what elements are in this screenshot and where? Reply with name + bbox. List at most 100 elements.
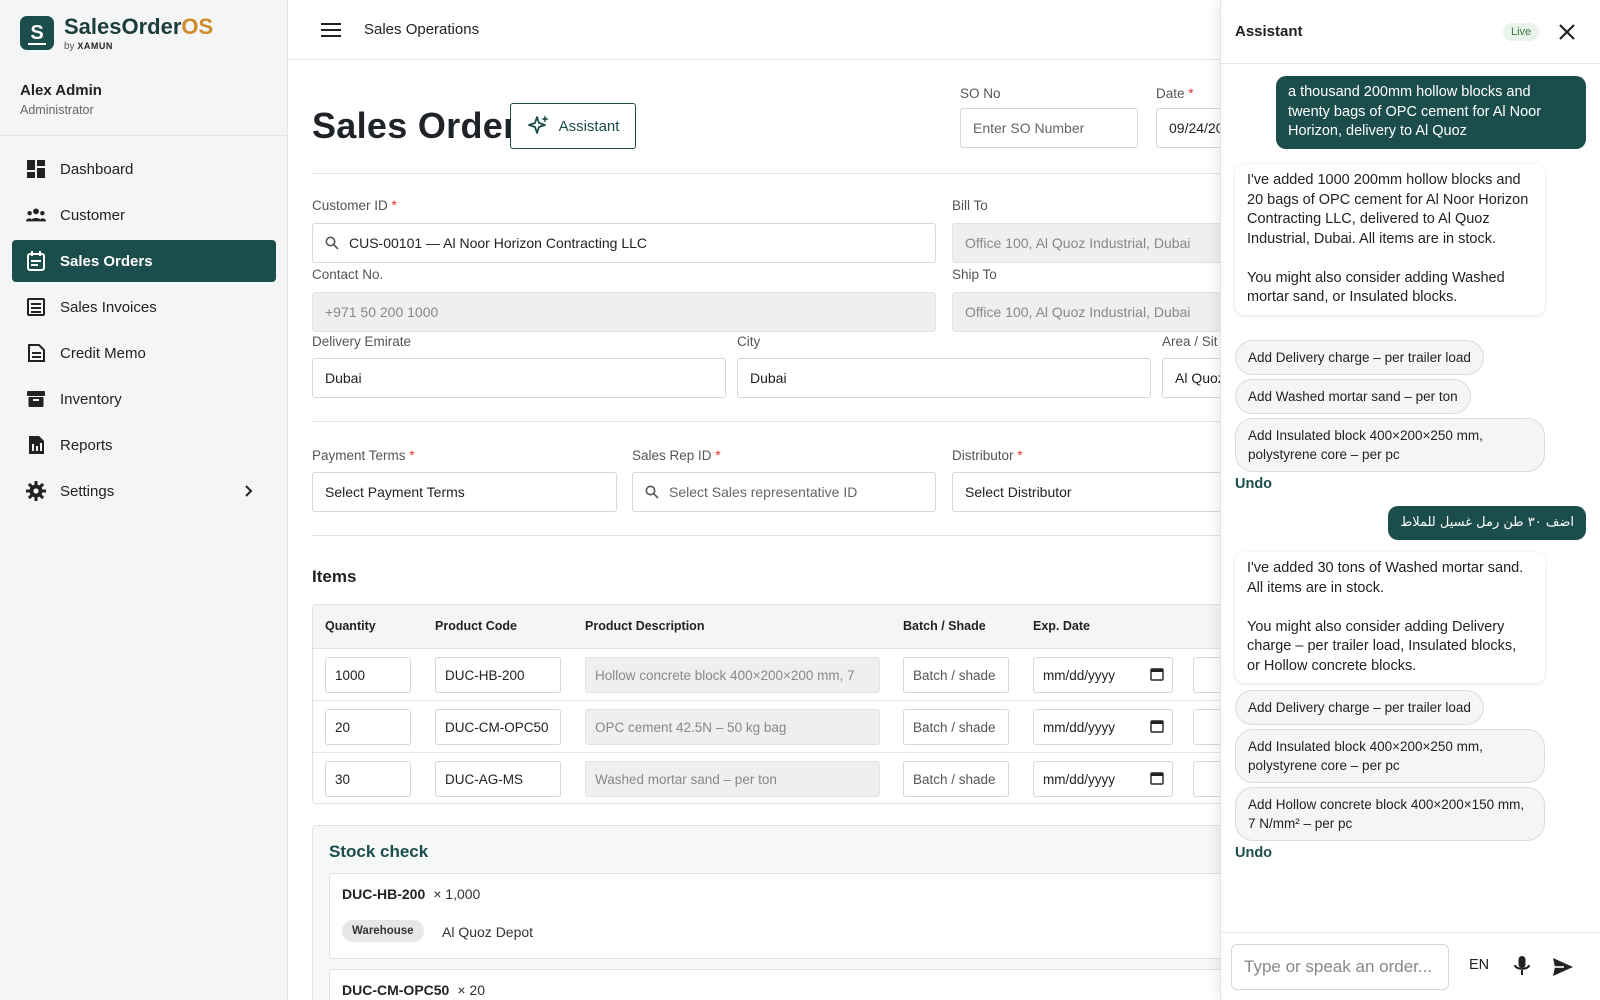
section-divider xyxy=(312,421,1220,422)
assistant-panel: Assistant Live a thousand 200mm hollow b… xyxy=(1220,0,1600,1000)
sidebar-item-label: Inventory xyxy=(60,390,122,408)
brand-name: SalesOrderOS xyxy=(64,14,214,39)
user-name: Alex Admin xyxy=(20,82,102,99)
date-label: Date * xyxy=(1156,86,1194,101)
payment-terms-select[interactable]: Select Payment Terms xyxy=(312,472,617,512)
microphone-icon[interactable] xyxy=(1511,955,1533,977)
exp-date-input[interactable]: mm/dd/yyyy xyxy=(1033,761,1173,797)
batch-shade-input[interactable]: Batch / shade xyxy=(903,657,1009,693)
sidebar-item-dashboard[interactable]: Dashboard xyxy=(12,148,276,190)
archive-icon xyxy=(26,389,46,409)
batch-shade-input[interactable]: Batch / shade xyxy=(903,761,1009,797)
assistant-button[interactable]: Assistant xyxy=(510,103,636,149)
user-message: a thousand 200mm hollow blocks and twent… xyxy=(1276,76,1586,149)
calendar-icon xyxy=(1150,668,1164,681)
sidebar-item-settings[interactable]: Settings xyxy=(12,470,276,512)
suggestion-chip[interactable]: Add Insulated block 400×200×250 mm, poly… xyxy=(1235,418,1545,472)
memo-icon xyxy=(26,343,46,363)
language-toggle[interactable]: EN xyxy=(1469,957,1489,973)
brand-logo: S xyxy=(20,16,54,50)
customer-id-label: Customer ID * xyxy=(312,198,397,213)
date-input[interactable]: 09/24/20 xyxy=(1156,108,1220,148)
payment-terms-label: Payment Terms * xyxy=(312,448,415,463)
delivery-emirate-label: Delivery Emirate xyxy=(312,334,412,349)
sparkle-icon xyxy=(527,115,549,134)
user-profile: Alex Admin Administrator xyxy=(20,82,102,117)
stock-quantity: × 1,000 xyxy=(433,886,481,902)
so-no-input[interactable]: Enter SO Number xyxy=(960,108,1138,148)
suggestion-chip[interactable]: Add Delivery charge – per trailer load xyxy=(1235,690,1484,725)
sidebar-item-sales-invoices[interactable]: Sales Invoices xyxy=(12,286,276,328)
product-description-field: Washed mortar sand – per ton xyxy=(585,761,880,797)
sidebar-item-sales-orders[interactable]: Sales Orders xyxy=(12,240,276,282)
items-table: Quantity Product Code Product Descriptio… xyxy=(312,604,1220,804)
sales-rep-label: Sales Rep ID * xyxy=(632,448,721,463)
report-icon xyxy=(26,435,46,455)
suggestion-chip[interactable]: Add Delivery charge – per trailer load xyxy=(1235,340,1484,375)
quantity-input[interactable]: 20 xyxy=(325,709,411,745)
hamburger-menu-icon[interactable] xyxy=(321,20,341,40)
sales-rep-input[interactable]: Select Sales representative ID xyxy=(632,472,936,512)
column-exp-date: Exp. Date xyxy=(1033,619,1090,633)
chat-thread: a thousand 200mm hollow blocks and twent… xyxy=(1221,64,1600,932)
suggestion-chip[interactable]: Add Washed mortar sand – per ton xyxy=(1235,379,1471,414)
sidebar-item-reports[interactable]: Reports xyxy=(12,424,276,466)
sidebar-item-label: Credit Memo xyxy=(60,344,146,362)
assistant-message: I've added 30 tons of Washed mortar sand… xyxy=(1235,552,1545,683)
column-quantity: Quantity xyxy=(325,619,376,633)
stock-check-title: Stock check xyxy=(329,842,429,861)
stock-card: DUC-CM-OPC50 × 20 xyxy=(329,969,1220,1000)
product-code-input[interactable]: DUC-CM-OPC50 xyxy=(435,709,561,745)
assistant-composer: Type or speak an order... EN xyxy=(1221,932,1600,1000)
sidebar-item-inventory[interactable]: Inventory xyxy=(12,378,276,420)
next-column-input[interactable] xyxy=(1193,657,1220,693)
distributor-select[interactable]: Select Distributor xyxy=(952,472,1220,512)
sidebar-item-label: Sales Orders xyxy=(60,252,153,270)
section-divider xyxy=(312,173,1220,174)
product-code-input[interactable]: DUC-AG-MS xyxy=(435,761,561,797)
customer-id-input[interactable]: CUS-00101 — Al Noor Horizon Contracting … xyxy=(312,223,936,263)
product-description-field: OPC cement 42.5N – 50 kg bag xyxy=(585,709,880,745)
contact-no-field: +971 50 200 1000 xyxy=(312,292,936,332)
chat-input[interactable]: Type or speak an order... xyxy=(1231,944,1449,990)
assistant-button-label: Assistant xyxy=(558,117,620,135)
assistant-message: I've added 1000 200mm hollow blocks and … xyxy=(1235,164,1545,315)
invoice-icon xyxy=(26,297,46,317)
next-column-input[interactable] xyxy=(1193,761,1220,797)
contact-no-label: Contact No. xyxy=(312,267,384,282)
sidebar-item-label: Customer xyxy=(60,206,126,224)
batch-shade-input[interactable]: Batch / shade xyxy=(903,709,1009,745)
product-code-input[interactable]: DUC-HB-200 xyxy=(435,657,561,693)
calendar-icon xyxy=(1150,772,1164,785)
sidebar-item-credit-memo[interactable]: Credit Memo xyxy=(12,332,276,374)
brand-by: by XAMUN xyxy=(64,41,113,52)
dashboard-icon xyxy=(26,159,46,179)
bill-to-field: Office 100, Al Quoz Industrial, Dubai xyxy=(952,223,1220,263)
city-select[interactable]: Dubai xyxy=(737,358,1151,398)
bill-to-label: Bill To xyxy=(952,198,988,213)
sidebar-item-customer[interactable]: Customer xyxy=(12,194,276,236)
suggestion-chip[interactable]: Add Insulated block 400×200×250 mm, poly… xyxy=(1235,729,1545,783)
undo-link[interactable]: Undo xyxy=(1235,476,1272,492)
send-icon[interactable] xyxy=(1551,955,1575,979)
sidebar-item-label: Sales Invoices xyxy=(60,298,157,316)
quantity-input[interactable]: 30 xyxy=(325,761,411,797)
stock-product-code: DUC-CM-OPC50 × 20 xyxy=(342,982,485,998)
table-row: 30 DUC-AG-MS Washed mortar sand – per to… xyxy=(313,753,1220,803)
next-column-input[interactable] xyxy=(1193,709,1220,745)
quantity-input[interactable]: 1000 xyxy=(325,657,411,693)
undo-link[interactable]: Undo xyxy=(1235,845,1272,861)
exp-date-input[interactable]: mm/dd/yyyy xyxy=(1033,657,1173,693)
table-row: 1000 DUC-HB-200 Hollow concrete block 40… xyxy=(313,649,1220,701)
suggestion-chip[interactable]: Add Hollow concrete block 400×200×150 mm… xyxy=(1235,787,1545,841)
delivery-emirate-select[interactable]: Dubai xyxy=(312,358,726,398)
chevron-right-icon xyxy=(240,483,256,499)
area-site-select[interactable]: Al Quoz xyxy=(1162,358,1220,398)
sidebar-nav: Dashboard Customer Sales Orders Sales In… xyxy=(12,148,276,516)
table-row: 20 DUC-CM-OPC50 OPC cement 42.5N – 50 kg… xyxy=(313,701,1220,753)
gear-icon xyxy=(26,481,46,501)
ship-to-label: Ship To xyxy=(952,267,997,282)
close-icon[interactable] xyxy=(1557,22,1577,42)
brand[interactable]: S SalesOrderOS by XAMUN xyxy=(20,16,213,52)
exp-date-input[interactable]: mm/dd/yyyy xyxy=(1033,709,1173,745)
